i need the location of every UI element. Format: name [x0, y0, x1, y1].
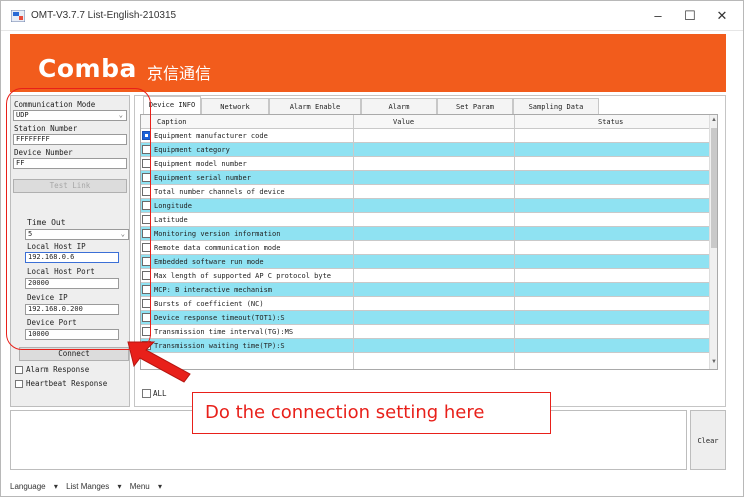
callout-text: Do the connection setting here: [205, 402, 485, 423]
chevron-down-icon: ▾: [117, 482, 122, 491]
table-row[interactable]: Transmission time interval(TG):MS: [141, 325, 709, 339]
title-bar: OMT-V3.7.7 List-English-210315 – ☐ ✕: [1, 1, 743, 31]
table-body: Equipment manufacturer code Equipment cat…: [141, 129, 709, 369]
row-caption: Equipment serial number: [154, 174, 251, 182]
heartbeat-response-checkbox[interactable]: [15, 380, 23, 388]
highlight-box: [6, 88, 151, 350]
column-divider: [514, 115, 515, 369]
table-row[interactable]: Latitude: [141, 213, 709, 227]
row-caption: Equipment manufacturer code: [154, 132, 268, 140]
scroll-down-icon[interactable]: ▼: [711, 359, 717, 365]
select-all-checkbox[interactable]: [142, 389, 151, 398]
device-info-table: Caption Value Status Equipment manufactu…: [140, 114, 718, 370]
minimize-button[interactable]: –: [645, 7, 671, 25]
row-caption: Monitoring version information: [154, 230, 281, 238]
device-info-panel: Device INFO Network Alarm Enable Alarm S…: [134, 95, 726, 407]
table-row[interactable]: Bursts of coefficient (NC): [141, 297, 709, 311]
tab-sampling-data[interactable]: Sampling Data: [513, 98, 599, 114]
maximize-button[interactable]: ☐: [677, 7, 703, 25]
table-row[interactable]: Equipment serial number: [141, 171, 709, 185]
row-caption: Remote data communication mode: [154, 244, 281, 252]
chevron-down-icon: ▾: [157, 482, 162, 491]
row-caption: Bursts of coefficient (NC): [154, 300, 264, 308]
chevron-down-icon: ▾: [53, 482, 58, 491]
logo-text: Comba: [38, 54, 137, 83]
language-menu[interactable]: Language: [10, 482, 46, 491]
tab-alarm-enable[interactable]: Alarm Enable: [269, 98, 361, 114]
app-icon: [11, 10, 25, 22]
table-row[interactable]: Total number channels of device: [141, 185, 709, 199]
annotation-callout: Do the connection setting here: [192, 392, 551, 434]
tab-device-info[interactable]: Device INFO: [143, 96, 201, 114]
table-row[interactable]: Longitude: [141, 199, 709, 213]
scroll-up-icon[interactable]: ▲: [711, 117, 717, 123]
row-caption: Embedded software run mode: [154, 258, 264, 266]
table-row[interactable]: Transmission waiting time(TP):S: [141, 339, 709, 353]
row-caption: Equipment model number: [154, 160, 247, 168]
vertical-scrollbar[interactable]: ▲ ▼: [709, 115, 717, 369]
clear-button[interactable]: Clear: [690, 410, 726, 470]
list-manges-menu[interactable]: List Manges: [66, 482, 109, 491]
scroll-thumb[interactable]: [711, 128, 717, 248]
table-row[interactable]: Device response timeout(TOT1):S: [141, 311, 709, 325]
table-row[interactable]: Embedded software run mode: [141, 255, 709, 269]
row-caption: Device response timeout(TOT1):S: [154, 314, 285, 322]
table-row[interactable]: Monitoring version information: [141, 227, 709, 241]
tab-alarm[interactable]: Alarm: [361, 98, 437, 114]
window-title: OMT-V3.7.7 List-English-210315: [31, 10, 177, 21]
value-header: Value: [393, 118, 415, 126]
table-row[interactable]: Equipment model number: [141, 157, 709, 171]
tab-network[interactable]: Network: [201, 98, 269, 114]
caption-header: Caption: [157, 118, 187, 126]
alarm-response-label: Alarm Response: [26, 365, 90, 374]
status-header: Status: [598, 118, 624, 126]
row-caption: Latitude: [154, 216, 188, 224]
column-divider: [353, 115, 354, 369]
status-bar: Language ▾ List Manges ▾ Menu ▾: [10, 482, 726, 496]
menu-menu[interactable]: Menu: [130, 482, 150, 491]
table-header: Caption Value Status: [141, 115, 709, 129]
logo-chinese-text: 京信通信: [147, 64, 212, 83]
select-all-label: ALL: [153, 389, 167, 398]
close-button[interactable]: ✕: [709, 7, 735, 25]
row-caption: Total number channels of device: [154, 188, 285, 196]
table-row[interactable]: Remote data communication mode: [141, 241, 709, 255]
tab-set-param[interactable]: Set Param: [437, 98, 513, 114]
heartbeat-response-label: Heartbeat Response: [26, 379, 108, 388]
row-caption: MCP: B interactive mechanism: [154, 286, 273, 294]
row-caption: Longitude: [154, 202, 192, 210]
table-row[interactable]: MCP: B interactive mechanism: [141, 283, 709, 297]
table-row[interactable]: Max length of supported AP C protocol by…: [141, 269, 709, 283]
row-caption: Max length of supported AP C protocol by…: [154, 272, 332, 280]
alarm-response-checkbox[interactable]: [15, 366, 23, 374]
table-row[interactable]: Equipment category: [141, 143, 709, 157]
brand-banner: Comba 京信通信: [10, 34, 726, 92]
row-caption: Equipment category: [154, 146, 230, 154]
table-row[interactable]: Equipment manufacturer code: [141, 129, 709, 143]
